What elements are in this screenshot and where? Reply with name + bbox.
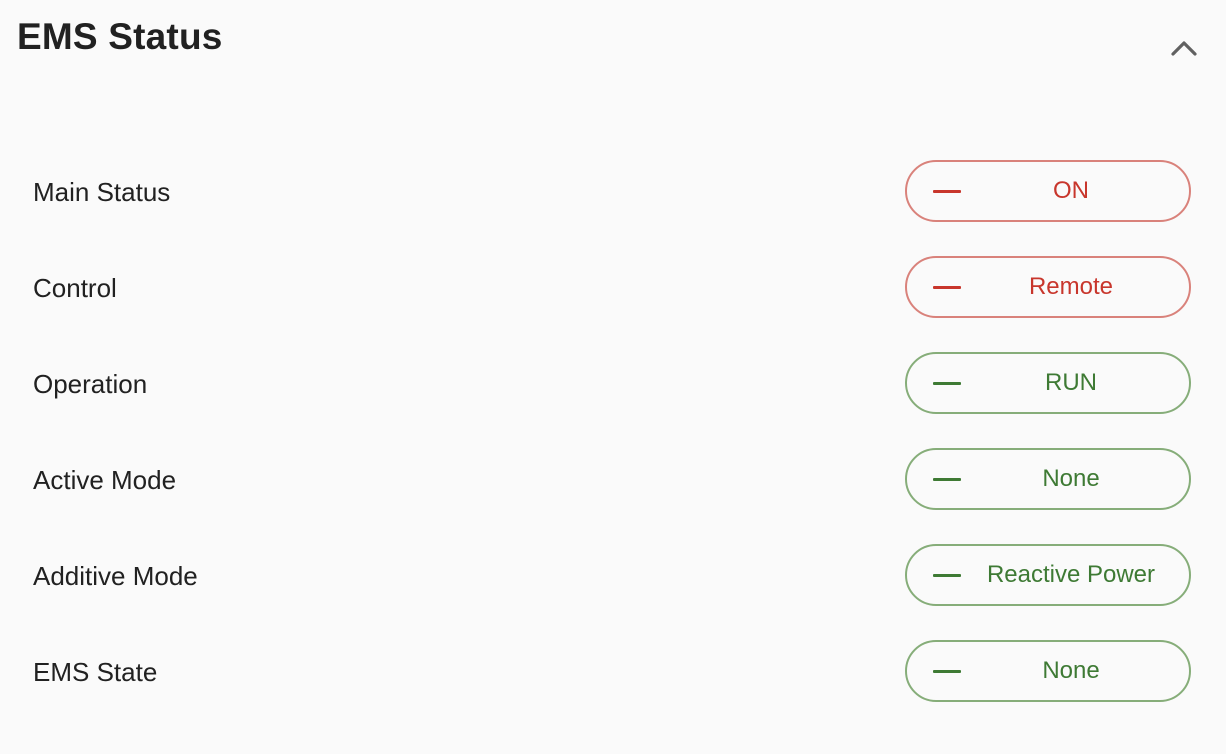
status-value: None — [1042, 657, 1100, 684]
status-value: Remote — [1028, 273, 1114, 300]
status-chip: RUN — [905, 352, 1191, 414]
status-label: Main Status — [33, 177, 171, 207]
status-row-main-status: Main Status ON — [0, 160, 1226, 256]
status-value: Reactive Power — [986, 561, 1156, 588]
status-chip: Remote — [905, 256, 1191, 318]
status-label: Operation — [33, 369, 148, 399]
status-label: Additive Mode — [33, 561, 198, 591]
status-value: RUN — [1045, 369, 1097, 396]
dash-icon — [933, 189, 961, 193]
status-chip: ON — [905, 160, 1191, 222]
status-value: ON — [1053, 177, 1089, 204]
status-chip: None — [905, 640, 1191, 702]
status-row-additive-mode: Additive Mode Reactive Power — [0, 544, 1226, 640]
dash-icon — [933, 669, 961, 673]
status-value: None — [1042, 465, 1100, 492]
status-row-ems-state: EMS State None — [0, 640, 1226, 736]
dash-icon — [933, 477, 961, 481]
dash-icon — [933, 381, 961, 385]
chevron-up-icon — [1171, 41, 1197, 56]
dash-icon — [933, 573, 961, 577]
dash-icon — [933, 285, 961, 289]
status-row-operation: Operation RUN — [0, 352, 1226, 448]
status-label: EMS State — [33, 657, 158, 687]
status-label: Control — [33, 273, 117, 303]
status-row-control: Control Remote — [0, 256, 1226, 352]
status-row-active-mode: Active Mode None — [0, 448, 1226, 544]
ems-status-panel: EMS Status Main Status ON Control Remote — [0, 0, 1226, 754]
status-chip: Reactive Power — [905, 544, 1191, 606]
status-chip: None — [905, 448, 1191, 510]
panel-title: EMS Status — [17, 16, 223, 57]
status-list: Main Status ON Control Remote Operation — [0, 160, 1226, 736]
status-label: Active Mode — [33, 465, 177, 495]
collapse-button[interactable] — [1166, 32, 1202, 64]
